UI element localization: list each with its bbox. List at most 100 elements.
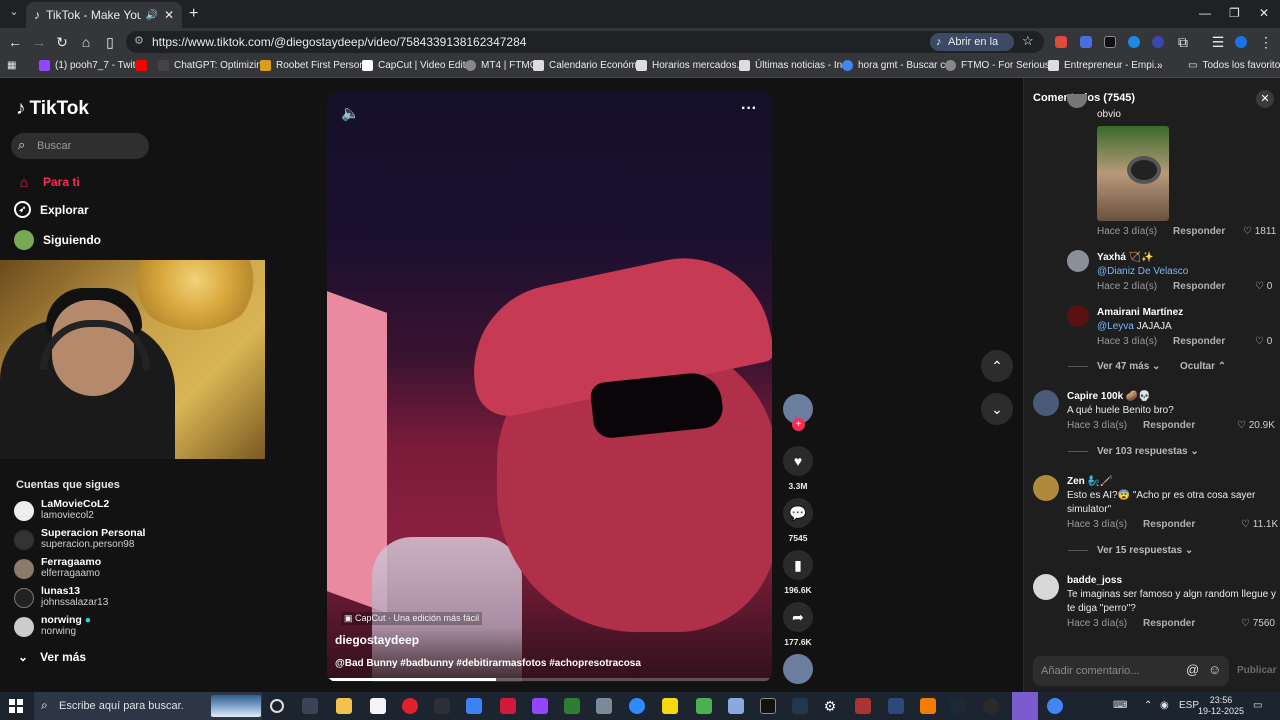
omnibox[interactable]: ⚙ https://www.tiktok.com/@diegostaydeep/…: [126, 31, 1044, 66]
profile-avatar-icon[interactable]: [1235, 36, 1247, 48]
open-in-app-button[interactable]: ♪ Abrir en la app: [930, 33, 1014, 66]
file-explorer-icon[interactable]: [336, 698, 352, 714]
reload-icon[interactable]: ↻: [54, 34, 70, 50]
reply-button[interactable]: Responder: [1143, 519, 1195, 530]
apps-grid-icon[interactable]: ▦: [7, 60, 16, 71]
extension-icon[interactable]: [1104, 36, 1116, 48]
close-tab-icon[interactable]: ✕: [164, 8, 174, 22]
search-box[interactable]: ⌕: [11, 133, 149, 159]
search-input[interactable]: [37, 137, 145, 155]
following-account[interactable]: Ferragaamo elferragaamo: [14, 556, 164, 582]
minimize-icon[interactable]: —: [1199, 6, 1211, 20]
nav-explorar[interactable]: ➶ Explorar: [14, 201, 89, 218]
comment-author[interactable]: Zen 🧞‍♂️🦯: [1067, 476, 1112, 487]
nav-siguiendo[interactable]: Siguiendo: [14, 230, 101, 250]
hide-replies-button[interactable]: Ocultar ⌃: [1180, 361, 1226, 372]
mention-icon[interactable]: @: [1186, 662, 1199, 677]
comment-likes[interactable]: ♡ 0: [1255, 281, 1272, 292]
comment-likes[interactable]: ♡ 11.1K: [1241, 519, 1278, 530]
minecraft-icon[interactable]: [696, 698, 712, 714]
settings-gear-icon[interactable]: ⚙: [822, 698, 838, 714]
sticky-notes-icon[interactable]: [662, 698, 678, 714]
author-avatar[interactable]: +: [781, 394, 815, 431]
zoom-icon[interactable]: [629, 698, 645, 714]
capcut-icon[interactable]: [760, 698, 776, 714]
home-icon[interactable]: ⌂: [78, 34, 94, 50]
video-progress-bar[interactable]: [327, 678, 772, 681]
add-comment-box[interactable]: @ ☺: [1033, 656, 1229, 686]
see-replies-button[interactable]: Ver 15 respuestas ⌄: [1068, 545, 1193, 556]
comment-button[interactable]: 💬 7545: [781, 498, 815, 543]
app-icon[interactable]: [983, 698, 999, 714]
extension-icon[interactable]: [1128, 36, 1140, 48]
network-icon[interactable]: ◉: [1160, 700, 1169, 711]
bookmark-item[interactable]: Roobet First Person...: [260, 60, 373, 71]
split-view-icon[interactable]: ▯: [102, 34, 118, 50]
share-button[interactable]: ➦ 177.6K: [781, 602, 815, 647]
see-more-button[interactable]: ⌄ Ver más: [18, 650, 86, 664]
extension-icon[interactable]: [1152, 36, 1164, 48]
tiktok-logo[interactable]: ♪ TikTok: [16, 98, 89, 120]
comment-author[interactable]: Capire 100k 🥔💀: [1067, 391, 1151, 402]
bookmark-item[interactable]: Entrepreneur - Empi...: [1048, 60, 1162, 71]
app-icon[interactable]: [500, 698, 516, 714]
sound-avatar[interactable]: [781, 654, 815, 684]
volume-icon[interactable]: 🔈: [341, 104, 360, 122]
bookmark-item[interactable]: hora gmt - Buscar c...: [842, 60, 954, 71]
app-icon[interactable]: [792, 698, 808, 714]
app-icon[interactable]: [596, 698, 612, 714]
bookmark-item[interactable]: (1) pooh7_7 - Twitch: [39, 60, 146, 71]
reply-button[interactable]: Responder: [1173, 226, 1225, 237]
system-clock[interactable]: 23:56 19-12-2025: [1198, 695, 1244, 717]
comment-author[interactable]: Yaxhá 🏹✨: [1097, 252, 1154, 263]
reply-button[interactable]: Responder: [1173, 336, 1225, 347]
app-icon[interactable]: [728, 698, 744, 714]
following-account[interactable]: norwing ● norwing: [14, 614, 164, 640]
video-username[interactable]: diegostaydeep: [335, 633, 419, 647]
bookmark-star-icon[interactable]: ☆: [1022, 33, 1034, 49]
emoji-icon[interactable]: ☺: [1208, 662, 1221, 677]
app-icon[interactable]: [920, 698, 936, 714]
windows-start-icon[interactable]: [9, 699, 23, 713]
cortana-icon[interactable]: [270, 699, 284, 713]
see-replies-button[interactable]: Ver 103 respuestas ⌄: [1068, 446, 1199, 457]
bookmark-item[interactable]: FTMO - For Serious...: [945, 60, 1058, 71]
keyboard-icon[interactable]: ⌨: [1113, 700, 1127, 711]
twitch-icon[interactable]: [532, 698, 548, 714]
task-view-icon[interactable]: [302, 698, 318, 714]
bookmark-item[interactable]: Calendario Económi...: [533, 60, 647, 71]
video-description[interactable]: @Bad Bunny #badbunny #debitirarmasfotos …: [335, 658, 641, 669]
comment-mention[interactable]: @Leyva: [1097, 321, 1134, 332]
extension-icon[interactable]: [1055, 36, 1067, 48]
copilot-icon[interactable]: [466, 698, 482, 714]
all-favorites[interactable]: ▭ Todos los favoritos: [1188, 60, 1280, 71]
see-more-replies-button[interactable]: Ver 47 más ⌄: [1068, 361, 1160, 372]
extension-icon[interactable]: [1080, 36, 1092, 48]
previous-video-button[interactable]: ⌃: [981, 350, 1013, 382]
new-tab-icon[interactable]: +: [189, 5, 198, 23]
notifications-icon[interactable]: ▭: [1253, 700, 1262, 711]
tray-chevron-icon[interactable]: ⌃: [1144, 700, 1152, 711]
comment-likes[interactable]: ♡ 1811: [1243, 226, 1276, 237]
avatar[interactable]: [1067, 305, 1089, 327]
following-account[interactable]: LaMovieCoL2 lamoviecol2: [14, 498, 164, 524]
save-button[interactable]: ▮ 196.6K: [781, 550, 815, 595]
avatar[interactable]: [1033, 574, 1059, 600]
video-player[interactable]: 🔈 ··· ▣ CapCut · Una edición más fácil d…: [327, 92, 772, 682]
comment-mention[interactable]: @Dianiz De Velasco: [1097, 265, 1188, 279]
bookmark-item[interactable]: MT4 | FTMO: [465, 60, 537, 71]
capcut-tag[interactable]: ▣ CapCut · Una edición más fácil: [341, 612, 483, 625]
more-options-icon[interactable]: ···: [741, 100, 757, 118]
comment-input[interactable]: [1041, 663, 1181, 679]
language-indicator[interactable]: ESP: [1179, 700, 1199, 711]
reading-list-icon[interactable]: ☰: [1210, 34, 1226, 50]
app-icon[interactable]: [855, 698, 871, 714]
active-app-icon[interactable]: [1012, 692, 1038, 720]
like-button[interactable]: ♥ 3.3M: [781, 446, 815, 491]
avatar[interactable]: [1033, 475, 1059, 501]
comment-author[interactable]: Amairani Martínez: [1097, 307, 1183, 318]
bookmark-item[interactable]: ChatGPT: Optimizin...: [158, 60, 270, 71]
bookmark-item[interactable]: Horarios mercados...: [636, 60, 745, 71]
speaker-icon[interactable]: 🔊: [145, 10, 157, 21]
restore-icon[interactable]: ❐: [1229, 6, 1240, 20]
